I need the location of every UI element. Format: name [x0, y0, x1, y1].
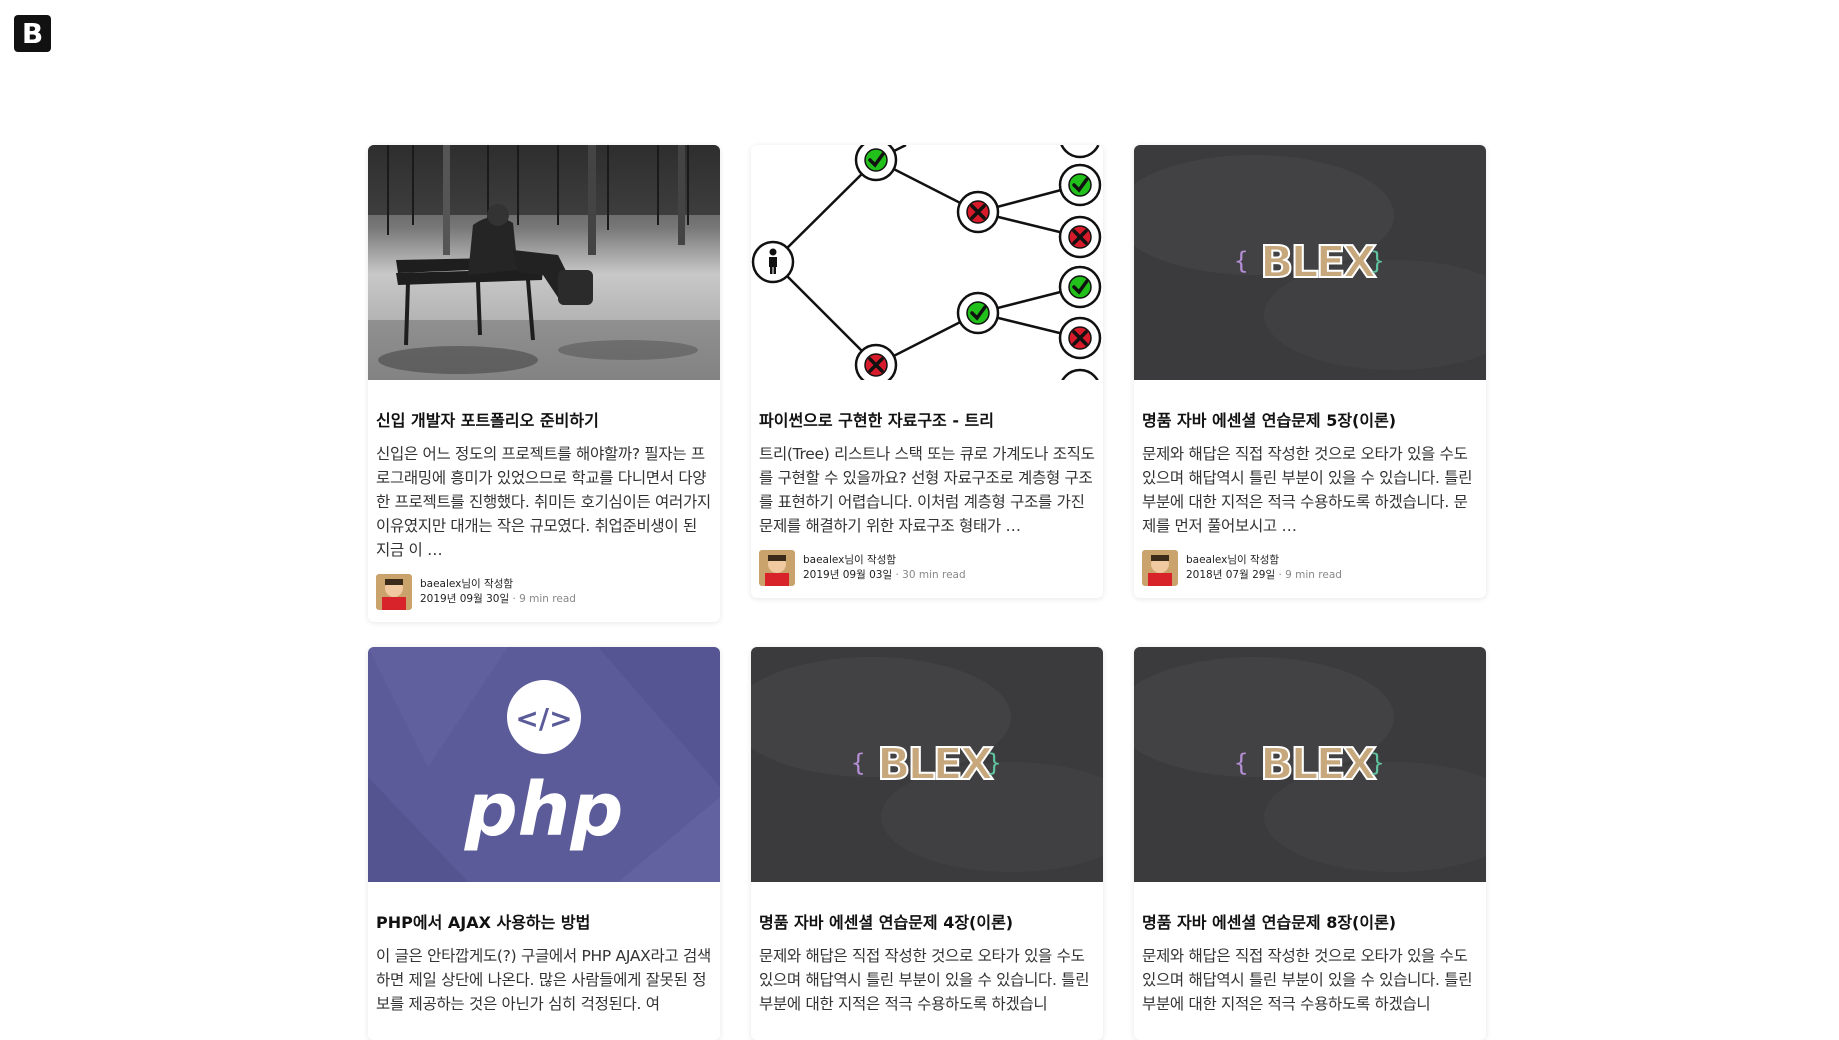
svg-text:BLEX: BLEX — [1260, 739, 1377, 790]
author-avatar[interactable] — [1142, 550, 1178, 586]
post-description: 문제와 해답은 직접 작성한 것으로 오타가 있을 수도 있으며 해답역시 틀린… — [1142, 947, 1473, 1013]
meta-separator: · — [895, 569, 899, 581]
post-author: baealex님이 작성함 2019년 09월 03일 · 30 min rea… — [759, 550, 1095, 586]
post-title[interactable]: 명품 자바 에센셜 연습문제 8장(이론) — [1142, 912, 1478, 934]
post-thumbnail-blex: { BLEX } — [751, 647, 1103, 882]
post-author: baealex님이 작성함 2019년 09월 30일 · 9 min read — [376, 574, 712, 610]
author-name[interactable]: baealex님이 작성함 — [420, 577, 576, 592]
svg-text:}: } — [987, 749, 1001, 777]
post-description: 신입은 어느 정도의 프로젝트를 해야할까? 필자는 프로그래밍에 흥미가 있었… — [376, 445, 711, 559]
svg-text:{: { — [1234, 247, 1248, 275]
post-card[interactable]: { BLEX } 명품 자바 에센셜 연습문제 8장(이론) 문제와 해답은 직… — [1134, 647, 1486, 1040]
svg-text:}: } — [1370, 247, 1384, 275]
post-title[interactable]: 명품 자바 에센셜 연습문제 4장(이론) — [759, 912, 1095, 934]
svg-text:}: } — [1370, 749, 1384, 777]
svg-text:</>: </> — [515, 702, 572, 735]
post-card[interactable]: { BLEX } 명품 자바 에센셜 연습문제 4장(이론) 문제와 해답은 직… — [751, 647, 1103, 1040]
post-card[interactable]: 신입 개발자 포트폴리오 준비하기 신입은 어느 정도의 프로젝트를 해야할까?… — [368, 145, 720, 622]
svg-text:{: { — [1234, 749, 1248, 777]
read-time: 30 min read — [902, 569, 966, 581]
post-card[interactable]: </> php PHP에서 AJAX 사용하는 방법 이 글은 안타깝게도(?)… — [368, 647, 720, 1040]
post-title[interactable]: 명품 자바 에센셜 연습문제 5장(이론) — [1142, 410, 1478, 432]
post-date: 2019년 09월 30일 — [420, 593, 510, 605]
blex-logo[interactable]: B — [14, 15, 51, 52]
post-thumbnail-php: </> php — [368, 647, 720, 882]
post-date: 2018년 07월 29일 — [1186, 569, 1276, 581]
svg-text:php: php — [464, 767, 624, 853]
post-thumbnail-blex: { BLEX } — [1134, 145, 1486, 380]
post-card[interactable]: 파이썬으로 구현한 자료구조 - 트리 트리(Tree) 리스트나 스택 또는 … — [751, 145, 1103, 598]
post-description: 이 글은 안타깝게도(?) 구글에서 PHP AJAX라고 검색하면 제일 상단… — [376, 947, 711, 1013]
post-title[interactable]: PHP에서 AJAX 사용하는 방법 — [376, 912, 712, 934]
post-description: 트리(Tree) 리스트나 스택 또는 큐로 가계도나 조직도를 구현할 수 있… — [759, 445, 1095, 535]
meta-separator: · — [1278, 569, 1282, 581]
post-title[interactable]: 파이썬으로 구현한 자료구조 - 트리 — [759, 410, 1095, 432]
post-thumbnail-tree — [751, 145, 1103, 380]
author-name[interactable]: baealex님이 작성함 — [1186, 553, 1342, 568]
author-avatar[interactable] — [759, 550, 795, 586]
author-avatar[interactable] — [376, 574, 412, 610]
post-thumbnail-bench — [368, 145, 720, 380]
post-date: 2019년 09월 03일 — [803, 569, 893, 581]
post-description: 문제와 해답은 직접 작성한 것으로 오타가 있을 수도 있으며 해답역시 틀린… — [759, 947, 1090, 1013]
svg-text:BLEX: BLEX — [877, 739, 994, 790]
post-grid: 신입 개발자 포트폴리오 준비하기 신입은 어느 정도의 프로젝트를 해야할까?… — [368, 145, 1486, 1040]
meta-separator: · — [512, 593, 516, 605]
post-title[interactable]: 신입 개발자 포트폴리오 준비하기 — [376, 410, 712, 432]
read-time: 9 min read — [1285, 569, 1342, 581]
read-time: 9 min read — [519, 593, 576, 605]
post-description: 문제와 해답은 직접 작성한 것으로 오타가 있을 수도 있으며 해답역시 틀린… — [1142, 445, 1473, 535]
author-name[interactable]: baealex님이 작성함 — [803, 553, 966, 568]
svg-text:BLEX: BLEX — [1260, 237, 1377, 288]
post-card[interactable]: { BLEX } 명품 자바 에센셜 연습문제 5장(이론) 문제와 해답은 직… — [1134, 145, 1486, 598]
post-author: baealex님이 작성함 2018년 07월 29일 · 9 min read — [1142, 550, 1478, 586]
post-thumbnail-blex: { BLEX } — [1134, 647, 1486, 882]
svg-text:{: { — [851, 749, 865, 777]
